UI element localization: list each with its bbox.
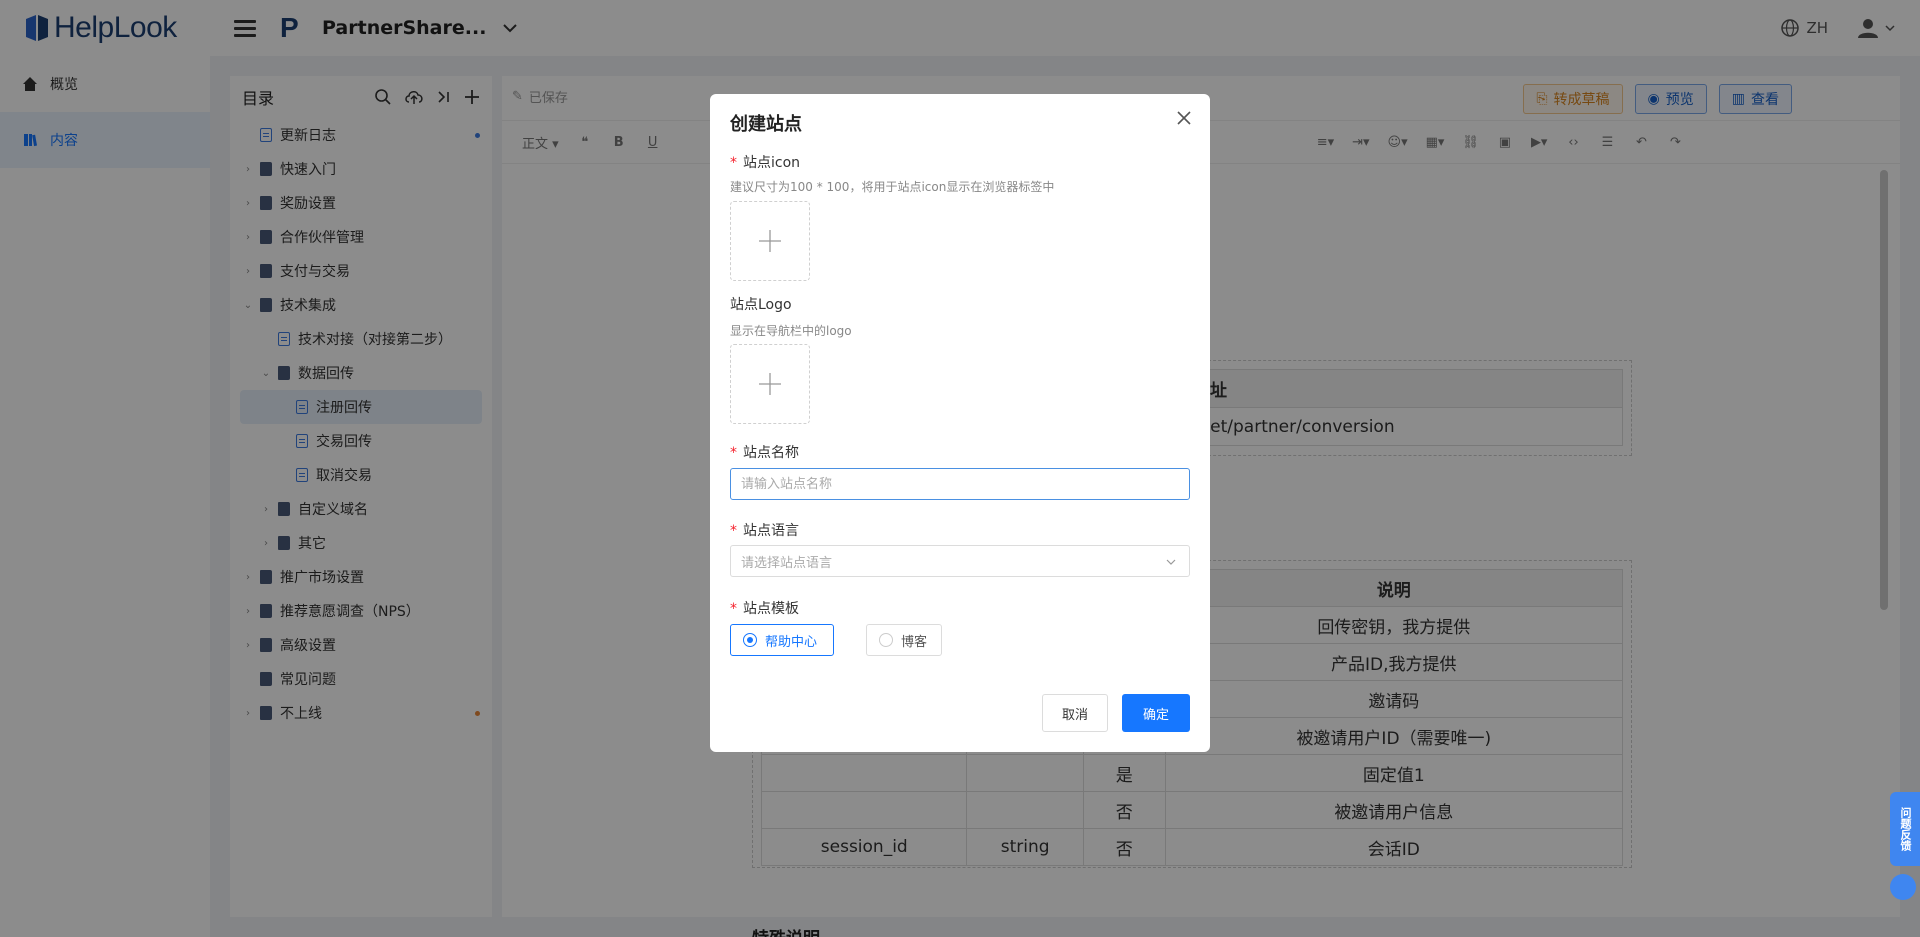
create-site-dialog: 创建站点 * 站点icon 建议尺寸为100 * 100，将用于站点icon显示在…	[710, 94, 1210, 752]
site-language-select[interactable]: 请选择站点语言	[730, 545, 1190, 577]
confirm-button[interactable]: 确定	[1122, 694, 1190, 732]
site-name-label: * 站点名称	[730, 445, 799, 461]
template-option-help-center[interactable]: 帮助中心	[730, 624, 834, 656]
cancel-button[interactable]: 取消	[1042, 694, 1108, 732]
site-icon-hint: 建议尺寸为100 * 100，将用于站点icon显示在浏览器标签中	[730, 180, 1055, 194]
site-template-label: * 站点模板	[730, 601, 799, 617]
radio-unselected-icon	[879, 633, 893, 647]
site-icon-upload[interactable]	[730, 201, 810, 281]
template-option-blog[interactable]: 博客	[866, 624, 942, 656]
dialog-title: 创建站点	[730, 114, 802, 135]
chat-icon[interactable]	[1890, 874, 1916, 900]
plus-icon	[759, 230, 781, 252]
site-name-input[interactable]	[730, 468, 1190, 500]
feedback-tab[interactable]: 问题反馈	[1890, 792, 1920, 866]
site-logo-label: 站点Logo	[730, 297, 792, 313]
radio-selected-icon	[743, 633, 757, 647]
plus-icon	[759, 373, 781, 395]
site-logo-upload[interactable]	[730, 344, 810, 424]
site-language-label: * 站点语言	[730, 523, 799, 539]
site-logo-hint: 显示在导航栏中的logo	[730, 324, 852, 338]
close-icon[interactable]	[1176, 110, 1192, 126]
site-icon-label: * 站点icon	[730, 155, 801, 171]
chevron-down-icon	[1166, 559, 1176, 565]
